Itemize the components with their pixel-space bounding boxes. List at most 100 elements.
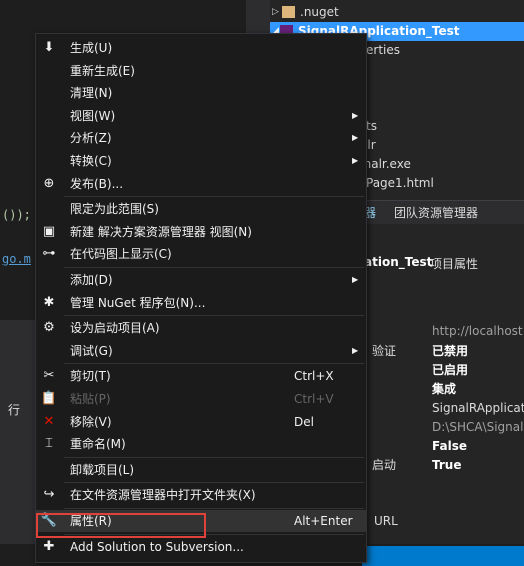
properties-subtitle: 项目属性 bbox=[430, 257, 479, 271]
cut-icon: ✂ bbox=[43, 368, 55, 384]
menu-item-label: 清理(N) bbox=[70, 86, 113, 101]
property-value: 集成 bbox=[432, 382, 457, 396]
open-folder-icon: ↪ bbox=[43, 487, 55, 503]
tree-item-label: erties bbox=[366, 43, 400, 57]
menu-item-label: 设为启动项目(A) bbox=[70, 321, 160, 336]
nuget-icon: ✱ bbox=[43, 294, 55, 310]
menu-item-label: 添加(D) bbox=[70, 273, 113, 287]
menu-item[interactable]: ⬇ 生成(U) bbox=[36, 37, 366, 59]
menu-separator bbox=[64, 363, 364, 365]
tree-item[interactable]: ▷ .nuget bbox=[270, 3, 524, 22]
menu-item-label: Add Solution to Subversion... bbox=[70, 539, 244, 554]
status-bar bbox=[362, 546, 524, 566]
submenu-arrow-icon: ▶ bbox=[352, 133, 359, 143]
menu-item[interactable]: ⌶ 重命名(M) bbox=[36, 433, 366, 455]
menu-item-label: 调试(G) bbox=[70, 343, 113, 358]
subversion-icon: ✚ bbox=[43, 538, 55, 554]
tree-item-label: .nuget bbox=[300, 5, 339, 19]
property-value: False bbox=[432, 439, 467, 453]
menu-item[interactable]: 重新生成(E) bbox=[36, 60, 366, 82]
menu-item[interactable]: ✕ 移除(V) Del bbox=[36, 411, 366, 433]
property-row[interactable]: 启动 True bbox=[360, 456, 524, 475]
menu-item-label: 分析(Z) bbox=[70, 131, 112, 146]
property-row[interactable]: 集成 bbox=[360, 380, 524, 399]
menu-item-shortcut: Alt+Enter bbox=[294, 514, 353, 528]
menu-item-label: 限定为此范围(S) bbox=[70, 202, 159, 217]
menu-item[interactable]: 添加(D) ▶ bbox=[36, 269, 366, 291]
menu-item-label: 在文件资源管理器中打开文件夹(X) bbox=[70, 488, 256, 503]
new-view-icon: ▣ bbox=[42, 223, 56, 239]
menu-item-label: 在代码图上显示(C) bbox=[70, 247, 172, 262]
property-row[interactable]: 验证 已禁用 bbox=[360, 342, 524, 361]
menu-separator bbox=[64, 508, 364, 509]
property-row[interactable]: D:\SHCA\Signall bbox=[360, 418, 524, 437]
menu-separator bbox=[64, 315, 364, 317]
menu-item[interactable]: ↪ 在文件资源管理器中打开文件夹(X) bbox=[36, 484, 366, 506]
property-row[interactable]: SignalRApplicati bbox=[360, 399, 524, 418]
menu-item-label: 卸载项目(L) bbox=[70, 462, 135, 477]
property-row[interactable]: 已启用 bbox=[360, 361, 524, 380]
menu-item-label: 剪切(T) bbox=[70, 369, 111, 384]
property-row[interactable]: False bbox=[360, 437, 524, 456]
menu-item-label: 生成(U) bbox=[70, 41, 113, 55]
tree-item-label: ts bbox=[366, 119, 377, 133]
expand-arrow-icon[interactable]: ▷ bbox=[272, 3, 279, 22]
build-icon: ⬇ bbox=[43, 40, 55, 55]
property-value: 已启用 bbox=[432, 363, 469, 377]
menu-item[interactable]: 清理(N) bbox=[36, 82, 366, 104]
menu-separator bbox=[64, 196, 364, 198]
line-label: 行 bbox=[8, 403, 21, 417]
submenu-arrow-icon: ▶ bbox=[352, 275, 359, 284]
menu-item[interactable]: ✂ 剪切(T) Ctrl+X bbox=[36, 365, 366, 387]
menu-item[interactable]: 卸载项目(L) bbox=[36, 459, 366, 481]
menu-separator bbox=[64, 267, 364, 268]
tool-tab-bar: 器 团队资源管理器 bbox=[360, 200, 524, 227]
menu-item[interactable]: ⚙ 设为启动项目(A) bbox=[36, 317, 366, 339]
menu-item[interactable]: ✚ Add Solution to Subversion... bbox=[36, 536, 366, 558]
properties-title: ation_Test bbox=[364, 255, 433, 269]
menu-item[interactable]: 调试(G) ▶ bbox=[36, 340, 366, 362]
property-value: SignalRApplicati bbox=[432, 401, 524, 415]
paste-icon: 📋 bbox=[40, 391, 58, 406]
publish-icon: ⊕ bbox=[43, 175, 55, 191]
menu-item-label: 重新生成(E) bbox=[70, 63, 135, 78]
menu-item[interactable]: 分析(Z) ▶ bbox=[36, 127, 366, 149]
output-panel bbox=[0, 320, 35, 550]
menu-item[interactable]: 视图(W) ▶ bbox=[36, 105, 366, 127]
property-value: D:\SHCA\Signall bbox=[432, 420, 524, 434]
submenu-arrow-icon: ▶ bbox=[352, 110, 359, 120]
context-menu: ⬇ 生成(U) 重新生成(E) 清理(N) 视图(W) ▶ 分析(Z) ▶ 转换(C) ▶ ⊕ 发布(… bbox=[35, 33, 367, 563]
properties-panel: ation_Test 项目属性 http://localhost: 验证 已禁用已… bbox=[360, 224, 524, 544]
tab-team-explorer[interactable]: 团队资源管理器 bbox=[394, 201, 478, 225]
menu-item-label: 视图(W) bbox=[70, 108, 116, 123]
remove-icon: ✕ bbox=[43, 413, 55, 429]
submenu-arrow-icon: ▶ bbox=[352, 345, 359, 355]
menu-item[interactable]: 限定为此范围(S) bbox=[36, 198, 366, 220]
menu-item-label: 重命名(M) bbox=[70, 437, 126, 452]
gear-icon: ⚙ bbox=[43, 320, 55, 336]
menu-item[interactable]: ▣ 新建 解决方案资源管理器 视图(N) bbox=[36, 221, 366, 243]
folder-icon bbox=[282, 6, 295, 18]
menu-item-shortcut: Del bbox=[294, 414, 314, 429]
menu-item-label: 新建 解决方案资源管理器 视图(N) bbox=[70, 224, 252, 239]
properties-description: URL bbox=[374, 514, 398, 528]
menu-item[interactable]: ⊕ 发布(B)... bbox=[36, 173, 366, 195]
url-value[interactable]: http://localhost: bbox=[432, 324, 524, 338]
menu-item[interactable]: 转换(C) ▶ bbox=[36, 150, 366, 172]
menu-separator bbox=[64, 456, 364, 458]
menu-item[interactable]: 📋 粘贴(P) Ctrl+V bbox=[36, 388, 366, 410]
menu-item-label: 发布(B)... bbox=[70, 176, 124, 191]
menu-item-shortcut: Ctrl+X bbox=[294, 369, 334, 384]
property-value: 已禁用 bbox=[432, 344, 469, 358]
submenu-arrow-icon: ▶ bbox=[352, 156, 359, 165]
menu-item[interactable]: ✱ 管理 NuGet 程序包(N)... bbox=[36, 292, 366, 314]
code-line: go.m bbox=[2, 252, 31, 266]
menu-item-label: 管理 NuGet 程序包(N)... bbox=[70, 295, 206, 310]
code-map-icon: ⊶ bbox=[42, 246, 56, 262]
property-value: True bbox=[432, 458, 462, 472]
menu-item-label: 粘贴(P) bbox=[70, 392, 111, 406]
highlight-box bbox=[36, 513, 206, 538]
tree-item-label: Page1.html bbox=[366, 176, 434, 190]
menu-item[interactable]: ⊶ 在代码图上显示(C) bbox=[36, 243, 366, 265]
code-line: ()); bbox=[2, 208, 31, 222]
